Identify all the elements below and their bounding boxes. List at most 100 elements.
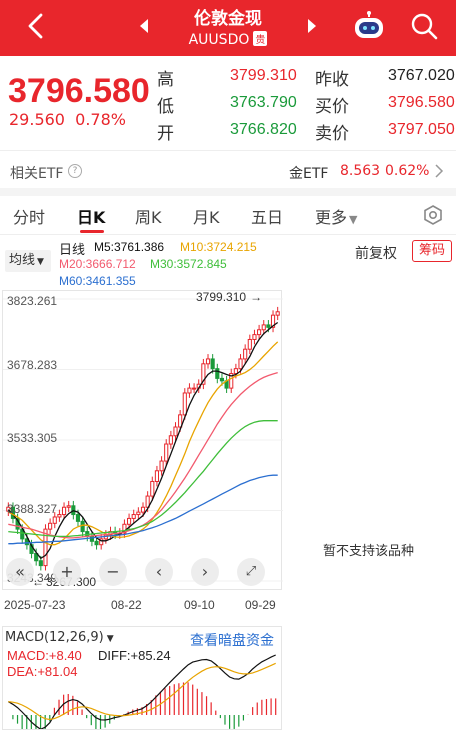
max-price-value: 3799.310 [196, 290, 247, 304]
candle-body [52, 516, 57, 524]
category-badge: 贵 [253, 31, 268, 46]
candle-body [243, 348, 248, 360]
instrument-name: 伦敦金现 [194, 9, 262, 29]
etf-price: 8.563 [340, 163, 381, 179]
candle-body [257, 329, 262, 336]
candle-body [140, 506, 146, 513]
unsupported-message: 暂不支持该品种 [323, 544, 415, 559]
candle-body [233, 368, 238, 375]
top-bar: 伦敦金现 AUUSDO 贵 [0, 0, 456, 56]
bid-label: 买价 [315, 97, 349, 117]
candle-body [80, 520, 85, 533]
bid-value: 3796.580 [388, 94, 455, 111]
candle-body [38, 560, 43, 567]
divider [0, 234, 456, 235]
candle-body [182, 392, 187, 416]
pan-right-icon[interactable]: › [191, 558, 219, 586]
y-tick-label: 3823.261 [7, 294, 58, 308]
robot-assistant-icon[interactable] [352, 10, 386, 42]
x-tick-label: 2025-07-23 [4, 598, 66, 612]
caret-down-icon: ▼ [37, 257, 44, 267]
candle-body [164, 443, 169, 462]
candle-body [187, 387, 192, 394]
etf-percent: 0.62% [385, 163, 430, 179]
info-icon[interactable]: ? [68, 164, 82, 178]
high-value: 3799.310 [230, 67, 297, 84]
zoom-in-icon[interactable]: + [53, 558, 81, 586]
x-tick-label: 09-10 [184, 598, 215, 612]
fullscreen-icon[interactable]: ⤢ [237, 558, 265, 586]
next-instrument-icon[interactable] [306, 18, 318, 34]
low-label: 低 [157, 97, 174, 117]
y-tick-label: 3678.283 [7, 358, 58, 372]
zoom-out-icon[interactable]: − [99, 558, 127, 586]
tab-five-day[interactable]: 五日 [251, 204, 283, 228]
symbol-text: AUUSDO [188, 32, 250, 48]
candle-body [43, 528, 48, 567]
related-etf-label: 相关ETF [10, 166, 64, 182]
arrow-right-icon: → [250, 290, 263, 304]
tab-intraday[interactable]: 分时 [13, 204, 45, 228]
candle-body [131, 514, 136, 519]
candle-body [238, 358, 243, 370]
prev-close-value: 3767.020 [388, 67, 455, 84]
settings-icon[interactable] [422, 204, 444, 226]
period-tabs: 分时 日K 周K 月K 五日 更多 ▼ [0, 198, 456, 234]
tab-more-label: 更多 [315, 208, 348, 227]
ask-label: 卖价 [315, 124, 349, 144]
low-value: 3763.790 [230, 94, 297, 111]
candle-body [215, 368, 220, 379]
high-label: 高 [157, 70, 174, 90]
chevron-right-icon [434, 163, 444, 183]
candle-body [266, 324, 271, 328]
tab-monthly-k[interactable]: 月K [193, 204, 220, 228]
max-price-marker: 3799.310 → [196, 290, 262, 304]
section-gap [0, 188, 456, 196]
diff-line [7, 654, 276, 730]
tab-daily-k[interactable]: 日K [77, 204, 105, 228]
indicator-select[interactable]: 均线 ▼ [5, 250, 51, 272]
rewind-icon[interactable]: « [6, 558, 34, 586]
etf-name: 金ETF [289, 166, 329, 182]
indicator-label: 均线 [9, 253, 36, 268]
line-type-label: 日线 [59, 242, 86, 257]
related-etf-row[interactable]: 相关ETF ? 金ETF 8.563 0.62% [0, 160, 456, 186]
chips-button[interactable]: 筹码 [412, 240, 452, 262]
arrow-left-icon: ← [32, 575, 44, 589]
price-change: 29.560 0.78% [9, 110, 126, 129]
macd-svg [7, 654, 277, 731]
adjust-mode[interactable]: 前复权 [355, 243, 397, 263]
candle-body [247, 338, 252, 350]
ma5-legend: M5:3761.386 [94, 240, 165, 254]
open-value: 3766.820 [230, 121, 297, 138]
ma60-legend: M60:3461.355 [59, 274, 136, 288]
ma20-legend: M20:3666.712 [59, 257, 136, 271]
candle-body [154, 470, 160, 482]
candle-body [205, 358, 211, 365]
candle-body [57, 514, 62, 518]
change-percent: 0.78% [75, 110, 126, 129]
tab-weekly-k[interactable]: 周K [135, 204, 162, 228]
ma30-legend: M30:3572.845 [150, 257, 227, 271]
candle-body [261, 324, 266, 331]
x-tick-label: 08-22 [111, 598, 142, 612]
candle-body [75, 514, 81, 522]
last-price: 3796.580 [8, 72, 150, 110]
divider [0, 150, 456, 151]
candle-body [126, 517, 132, 525]
change-value: 29.560 [9, 110, 65, 129]
instrument-symbol: AUUSDO 贵 [0, 31, 456, 48]
search-icon[interactable] [410, 12, 438, 40]
candle-body [136, 511, 141, 516]
candle-body [66, 505, 71, 508]
candle-body [252, 334, 257, 340]
active-tab-indicator [80, 230, 104, 233]
tab-more[interactable]: 更多 ▼ [315, 204, 357, 228]
y-tick-label: 3388.327 [7, 502, 58, 516]
macd-chart [2, 626, 282, 731]
candle-body [192, 387, 197, 390]
pan-left-icon[interactable]: ‹ [145, 558, 173, 586]
candle-body [61, 506, 67, 516]
open-label: 开 [157, 124, 174, 144]
candle-body [94, 540, 99, 546]
